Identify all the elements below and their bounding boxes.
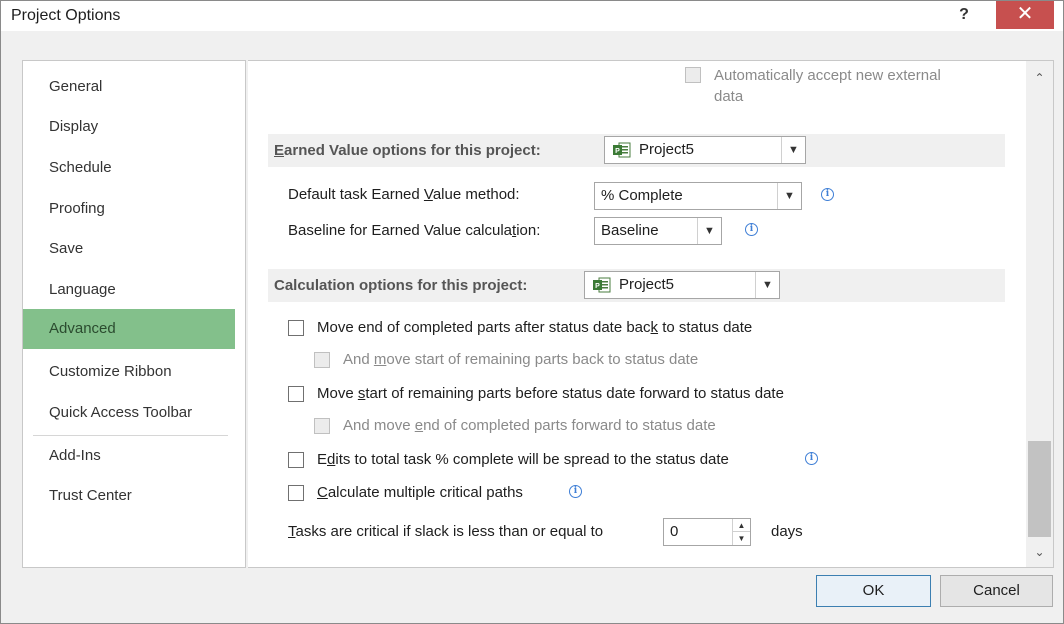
nav-item-schedule[interactable]: Schedule: [23, 148, 235, 188]
nav-item-quick-access-toolbar[interactable]: Quick Access Toolbar: [23, 393, 235, 433]
chevron-down-icon: ▼: [755, 272, 779, 298]
stepper-up-icon[interactable]: ▲: [733, 519, 750, 532]
advanced-options-panel: Automatically accept new external data E…: [248, 60, 1026, 568]
calculation-project-dropdown[interactable]: P Project5 ▼: [584, 271, 780, 299]
move-end-completed-forward-label: And move end of completed parts forward …: [343, 417, 716, 434]
svg-text:P: P: [615, 148, 620, 155]
stepper-buttons: ▲ ▼: [732, 519, 750, 545]
ev-method-label: Default task Earned Value method:: [288, 186, 520, 203]
options-nav: General Display Schedule Proofing Save L…: [22, 60, 246, 568]
multiple-critical-paths-label: Calculate multiple critical paths: [317, 484, 523, 501]
spread-edits-checkbox[interactable]: [288, 452, 304, 468]
auto-accept-label-line1: Automatically accept new external: [714, 67, 941, 84]
ev-method-value: % Complete: [601, 187, 683, 204]
earned-value-header-text: Earned Value options for this project:: [274, 142, 541, 159]
ev-method-dropdown[interactable]: % Complete ▼: [594, 182, 802, 210]
slack-stepper[interactable]: 0 ▲ ▼: [663, 518, 751, 546]
svg-text:P: P: [595, 283, 600, 290]
calculation-project-value: Project5: [619, 276, 675, 293]
ok-button[interactable]: OK: [816, 575, 931, 607]
chevron-down-icon: ▼: [777, 183, 801, 209]
scroll-down-icon[interactable]: ⌄: [1026, 541, 1053, 563]
move-end-completed-forward-checkbox[interactable]: [314, 418, 330, 434]
move-start-remaining-checkbox[interactable]: [288, 386, 304, 402]
nav-item-general[interactable]: General: [23, 67, 235, 107]
nav-item-trust-center[interactable]: Trust Center: [23, 476, 235, 516]
chevron-down-icon: ▼: [697, 218, 721, 244]
help-button[interactable]: ?: [949, 4, 979, 28]
nav-item-proofing[interactable]: Proofing: [23, 189, 235, 229]
move-start-remaining-back-checkbox[interactable]: [314, 352, 330, 368]
move-start-remaining-back-label: And move start of remaining parts back t…: [343, 351, 699, 368]
ev-baseline-value: Baseline: [601, 222, 659, 239]
nav-item-save[interactable]: Save: [23, 229, 235, 269]
spread-edits-label: Edits to total task % complete will be s…: [317, 451, 729, 468]
multiple-critical-paths-checkbox[interactable]: [288, 485, 304, 501]
slack-unit-label: days: [771, 523, 803, 540]
move-end-completed-checkbox[interactable]: [288, 320, 304, 336]
scroll-thumb[interactable]: [1028, 441, 1051, 537]
nav-item-advanced[interactable]: Advanced: [23, 309, 235, 349]
project-file-icon: P: [593, 277, 611, 293]
nav-item-customize-ribbon[interactable]: Customize Ribbon: [23, 352, 235, 392]
info-icon[interactable]: i: [569, 485, 582, 498]
slack-value: 0: [670, 523, 679, 540]
ev-baseline-dropdown[interactable]: Baseline ▼: [594, 217, 722, 245]
title-bar: Project Options ? ✕: [1, 1, 1063, 31]
earned-value-project-value: Project5: [639, 141, 695, 158]
info-icon[interactable]: i: [745, 223, 758, 236]
nav-item-language[interactable]: Language: [23, 270, 235, 310]
ev-baseline-label: Baseline for Earned Value calculation:: [288, 222, 541, 239]
calculation-header-text: Calculation options for this project:: [274, 277, 528, 294]
earned-value-project-dropdown[interactable]: P Project5 ▼: [604, 136, 806, 164]
info-icon[interactable]: i: [821, 188, 834, 201]
move-end-completed-label: Move end of completed parts after status…: [317, 319, 753, 336]
move-start-remaining-label: Move start of remaining parts before sta…: [317, 385, 784, 402]
cancel-button[interactable]: Cancel: [940, 575, 1053, 607]
auto-accept-label-line2: data: [714, 88, 744, 105]
content-scrollbar[interactable]: ⌃ ⌄: [1026, 60, 1054, 568]
close-button[interactable]: ✕: [996, 1, 1054, 29]
nav-item-display[interactable]: Display: [23, 107, 235, 147]
nav-item-add-ins[interactable]: Add-Ins: [23, 436, 235, 476]
info-icon[interactable]: i: [805, 452, 818, 465]
auto-accept-checkbox[interactable]: [685, 67, 701, 83]
project-options-dialog: Project Options ? ✕ General Display Sche…: [0, 0, 1064, 624]
scroll-up-icon[interactable]: ⌃: [1026, 67, 1053, 89]
stepper-down-icon[interactable]: ▼: [733, 532, 750, 545]
project-file-icon: P: [613, 142, 631, 158]
slack-label: Tasks are critical if slack is less than…: [288, 523, 604, 540]
chevron-down-icon: ▼: [781, 137, 805, 163]
dialog-title: Project Options: [11, 7, 121, 24]
